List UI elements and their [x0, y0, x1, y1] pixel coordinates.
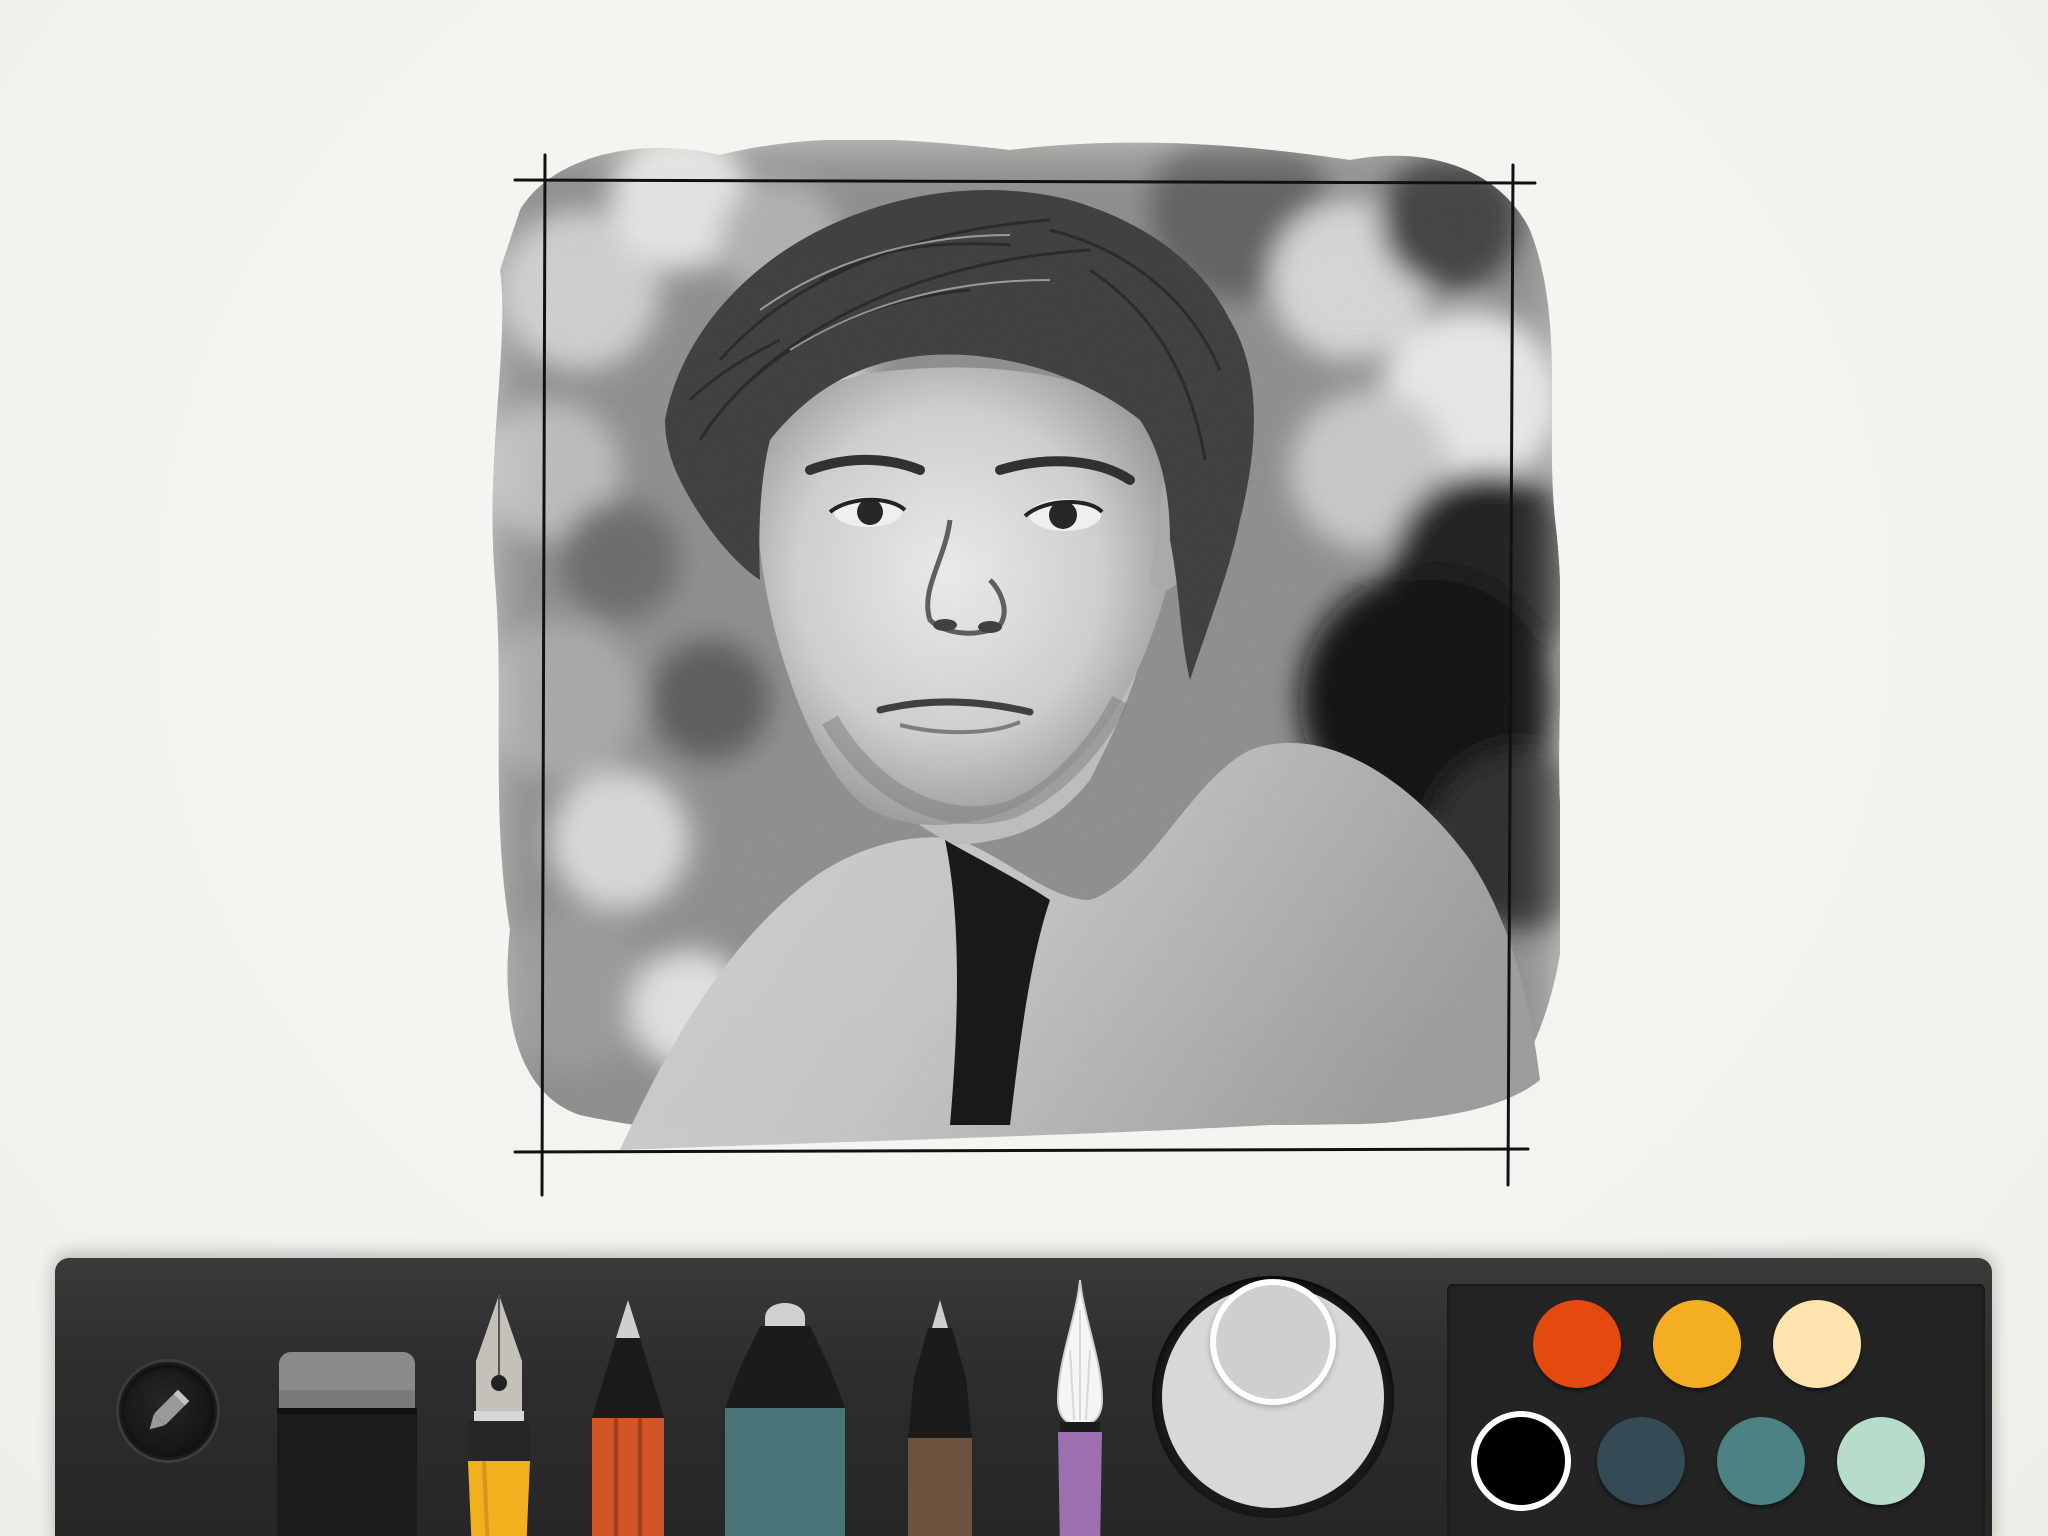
eraser-tool[interactable]	[277, 1350, 417, 1536]
tool-tray	[55, 1258, 1992, 1536]
pencil-icon	[149, 1389, 190, 1430]
swatch-orange-red[interactable]	[1533, 1300, 1621, 1388]
eraser-icon	[277, 1352, 417, 1536]
brush-icon	[1056, 1279, 1104, 1536]
fountain-pen-tool[interactable]	[464, 1293, 534, 1536]
drawing-canvas[interactable]	[0, 0, 2048, 1536]
swatch-slate-blue[interactable]	[1597, 1417, 1685, 1505]
context-menu-button[interactable]	[119, 1362, 217, 1460]
color-palette	[1447, 1284, 1985, 1536]
swatch-mint[interactable]	[1837, 1417, 1925, 1505]
size-knob[interactable]	[1210, 1279, 1336, 1405]
swatch-teal[interactable]	[1717, 1417, 1805, 1505]
pencil-tool[interactable]	[588, 1298, 668, 1536]
swatch-cream[interactable]	[1773, 1300, 1861, 1388]
pencil-tool-icon	[592, 1300, 664, 1536]
portrait-sketch-artwork	[490, 140, 1560, 1200]
swatch-amber[interactable]	[1653, 1300, 1741, 1388]
pen-icon	[908, 1300, 972, 1536]
marker-icon	[725, 1303, 845, 1536]
fountain-pen-icon	[468, 1295, 530, 1536]
marker-tool[interactable]	[720, 1298, 850, 1536]
pen-tool[interactable]	[900, 1298, 980, 1536]
brush-tool[interactable]	[1040, 1279, 1120, 1536]
swatch-black[interactable]	[1477, 1417, 1565, 1505]
brush-size-picker[interactable]	[1152, 1276, 1394, 1518]
